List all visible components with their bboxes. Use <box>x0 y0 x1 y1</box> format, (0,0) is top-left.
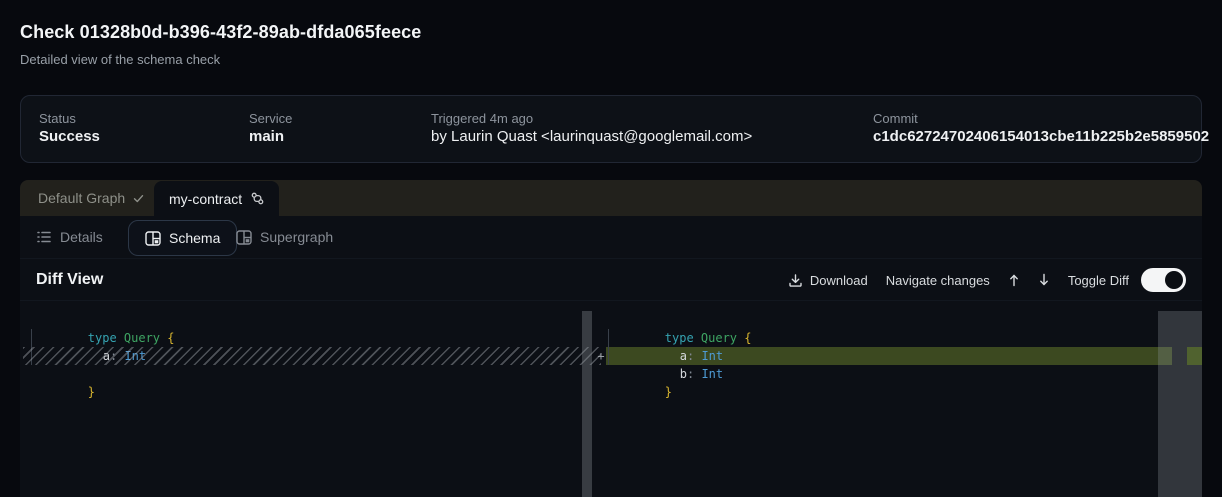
download-icon <box>788 273 803 288</box>
status-value: Success <box>39 128 100 145</box>
page-title: Check 01328b0d-b396-43f2-89ab-dfda065fee… <box>20 22 421 43</box>
schema-check-page: Check 01328b0d-b396-43f2-89ab-dfda065fee… <box>0 0 1222 497</box>
toggle-diff-label: Toggle Diff <box>1068 273 1129 288</box>
tab-default-graph-label: Default Graph <box>38 190 125 206</box>
download-label: Download <box>810 273 868 288</box>
diff-placeholder-hatch <box>23 347 601 365</box>
navigate-changes-label: Navigate changes <box>886 273 990 288</box>
code-line: } <box>30 365 95 383</box>
code-line: a:Int <box>45 329 146 347</box>
toggle-diff-switch[interactable] <box>1141 268 1186 292</box>
page-subtitle: Detailed view of the schema check <box>20 52 220 67</box>
status-label: Status <box>39 111 76 126</box>
right-pane-scrollbar[interactable] <box>1158 311 1202 497</box>
layout-columns-icon <box>145 231 161 246</box>
arrow-up-icon <box>1008 273 1020 287</box>
code-line: } <box>607 365 672 383</box>
check-summary-card: Status Success Service main Triggered 4m… <box>20 95 1202 163</box>
triggered-value: by Laurin Quast <laurinquast@googlemail.… <box>431 128 752 145</box>
tab-my-contract[interactable]: my-contract <box>154 181 279 216</box>
code-line: typeQuery{ <box>607 311 751 329</box>
check-detail-panel: Details Schema Supergraph Diff View <box>20 216 1202 497</box>
git-compare-icon <box>251 192 264 205</box>
commit-label: Commit <box>873 111 918 126</box>
tab-details[interactable]: Details <box>36 216 103 258</box>
tab-schema-label: Schema <box>169 230 220 246</box>
graph-tab-strip: Default Graph my-contract <box>20 180 1202 216</box>
tab-supergraph-label: Supergraph <box>260 229 333 245</box>
triggered-label: Triggered 4m ago <box>431 111 533 126</box>
tab-my-contract-label: my-contract <box>169 191 242 207</box>
code-line: a:Int <box>622 329 723 347</box>
code-line: typeQuery{ <box>30 311 174 329</box>
next-change-button[interactable] <box>1038 273 1050 287</box>
left-pane-scrollbar[interactable] <box>582 311 592 497</box>
schema-diff-editor: typeQuery{ a:Int } + typeQuery{ a:Int <box>20 300 1202 497</box>
code-line-added: b:Int <box>622 347 723 365</box>
download-button[interactable]: Download <box>788 273 868 288</box>
tab-schema[interactable]: Schema <box>128 220 237 256</box>
diff-controls: Download Navigate changes Toggle Diff <box>788 259 1186 301</box>
arrow-down-icon <box>1038 273 1050 287</box>
indent-guide <box>608 329 609 365</box>
layout-columns-icon <box>236 230 252 245</box>
list-icon <box>36 230 52 244</box>
switch-knob <box>1165 271 1183 289</box>
diff-toolbar: Diff View Download Navigate changes <box>20 258 1202 301</box>
tab-supergraph[interactable]: Supergraph <box>236 216 333 258</box>
commit-value: c1dc62724702406154013cbe11b225b2e5859502 <box>873 128 1209 145</box>
tab-default-graph[interactable]: Default Graph <box>38 180 144 216</box>
overview-ruler-added-marker <box>1187 347 1202 365</box>
previous-change-button[interactable] <box>1008 273 1020 287</box>
diff-view-title: Diff View <box>36 259 103 301</box>
check-icon <box>133 194 144 203</box>
tab-details-label: Details <box>60 229 103 245</box>
service-value: main <box>249 128 284 145</box>
service-label: Service <box>249 111 292 126</box>
